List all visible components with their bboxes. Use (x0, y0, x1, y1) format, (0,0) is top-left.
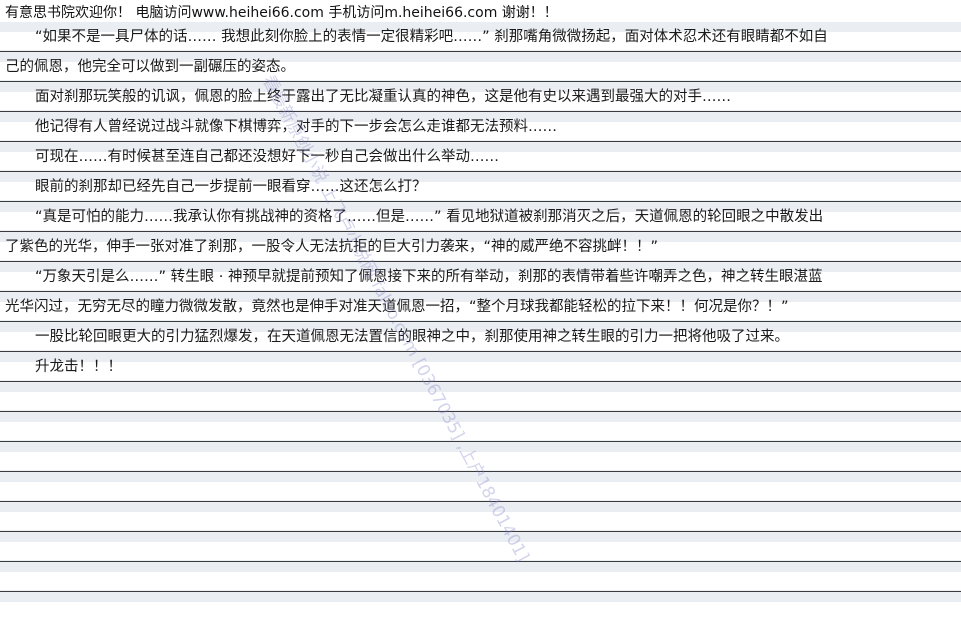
paragraph-line: “如果不是一具尸体的话…… 我想此刻你脸上的表情一定很精彩吧……” 刹那嘴角微微… (35, 29, 828, 45)
site-header: 有意思书院欢迎你！ 电脑访问www.heihei66.com 手机访问m.hei… (5, 5, 558, 21)
paragraph-line: 一股比轮回眼更大的引力猛烈爆发，在天道佩恩无法置信的眼神之中，刹那使用神之转生眼… (35, 329, 789, 345)
paragraph-line: “万象天引是么……” 转生眼 · 神预早就提前预知了佩恩接下来的所有举动，刹那的… (35, 269, 823, 285)
paragraph-line: 他记得有人曾经说过战斗就像下棋博弈，对手的下一步会怎么走谁都无法预料…… (35, 119, 557, 135)
paragraph-line: 面对刹那玩笑般的讥讽，佩恩的脸上终于露出了无比凝重认真的神色，这是他有史以来遇到… (35, 89, 731, 105)
paragraph-line: 光华闪过，无穷无尽的瞳力微微发散，竟然也是伸手对准天道佩恩一招，“整个月球我都能… (5, 299, 789, 315)
paragraph-line: 眼前的刹那却已经先自己一步提前一眼看穿……这还怎么打？ (35, 179, 427, 195)
paragraph-line: 己的佩恩，他完全可以做到一副碾压的姿态。 (5, 59, 295, 75)
paragraph-line: 了紫色的光华，伸手一张对准了刹那，一股令人无法抗拒的巨大引力袭来，“神的威严绝不… (5, 239, 659, 255)
paragraph-line: 升龙击！！！ (35, 359, 122, 375)
paragraph-line: 可现在……有时候甚至连自己都还没想好下一秒自己会做出什么举动…… (35, 149, 499, 165)
article-content: “如果不是一具尸体的话…… 我想此刻你脸上的表情一定很精彩吧……” 刹那嘴角微微… (0, 22, 961, 382)
paragraph-line: “真是可怕的能力……我承认你有挑战神的资格了……但是……” 看见地狱道被刹那消灭… (35, 209, 824, 225)
